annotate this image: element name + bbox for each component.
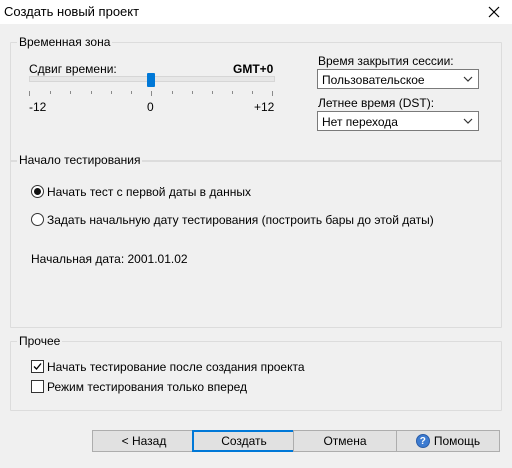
time-shift-value: GMT+0 xyxy=(233,62,274,76)
slider-tick xyxy=(192,91,193,94)
radio-first-date[interactable] xyxy=(31,185,44,198)
time-shift-slider-thumb[interactable] xyxy=(147,73,155,87)
checkbox-forward-only[interactable] xyxy=(31,380,44,393)
start-date-text: Начальная дата: 2001.01.02 xyxy=(31,252,188,266)
help-button[interactable]: ? Помощь xyxy=(396,430,500,452)
radio-set-date-label[interactable]: Задать начальную дату тестирования (пост… xyxy=(47,213,434,227)
slider-tick xyxy=(212,91,213,94)
title-bar: Создать новый проект xyxy=(0,0,512,24)
dst-label: Летнее время (DST): xyxy=(318,96,435,110)
slider-tick xyxy=(232,91,233,94)
slider-tick xyxy=(272,91,273,96)
other-group-title: Прочее xyxy=(17,334,63,348)
slider-tick xyxy=(111,91,112,94)
cancel-button-label: Отмена xyxy=(323,434,367,448)
radio-selected-dot xyxy=(34,188,41,195)
slider-tick xyxy=(131,91,132,94)
dialog-body: Временная зона Сдвиг времени: GMT+0 -12 … xyxy=(0,24,512,468)
forward-only-label[interactable]: Режим тестирования только вперед xyxy=(47,380,247,394)
chevron-down-icon xyxy=(463,118,473,124)
slider-tick xyxy=(172,91,173,94)
window-title: Создать новый проект xyxy=(4,4,140,19)
close-button[interactable] xyxy=(476,0,512,24)
help-button-label: Помощь xyxy=(433,434,481,448)
slider-mid-label: 0 xyxy=(147,100,154,114)
slider-min-label: -12 xyxy=(29,100,47,114)
dst-select[interactable]: Нет перехода xyxy=(317,111,479,131)
timezone-group: Временная зона Сдвиг времени: GMT+0 -12 … xyxy=(10,35,502,162)
slider-tick xyxy=(70,91,71,94)
testing-start-group-title: Начало тестирования xyxy=(17,153,143,167)
close-icon xyxy=(488,6,500,18)
radio-first-date-label[interactable]: Начать тест с первой даты в данных xyxy=(47,185,251,199)
slider-max-label: +12 xyxy=(254,100,275,114)
slider-tick xyxy=(151,91,152,96)
slider-tick xyxy=(50,91,51,94)
create-button[interactable]: Создать xyxy=(192,430,296,452)
back-button[interactable]: < Назад xyxy=(92,430,196,452)
session-close-value: Пользовательское xyxy=(322,73,425,87)
slider-tick xyxy=(91,91,92,94)
timezone-group-title: Временная зона xyxy=(17,35,113,49)
back-button-label: < Назад xyxy=(121,434,167,448)
slider-tick xyxy=(252,91,253,94)
check-icon xyxy=(33,363,42,370)
testing-start-group: Начало тестирования Начать тест с первой… xyxy=(10,153,502,328)
time-shift-label: Сдвиг времени: xyxy=(29,62,117,76)
slider-tick xyxy=(29,91,30,96)
radio-set-date[interactable] xyxy=(31,213,44,226)
chevron-down-icon xyxy=(463,76,473,82)
checkbox-start-after-create[interactable] xyxy=(31,360,44,373)
session-close-select[interactable]: Пользовательское xyxy=(317,69,479,89)
dst-value: Нет перехода xyxy=(322,115,398,129)
cancel-button[interactable]: Отмена xyxy=(293,430,397,452)
start-after-create-label[interactable]: Начать тестирование после создания проек… xyxy=(47,360,305,374)
other-group: Прочее Начать тестирование после создани… xyxy=(10,334,502,411)
help-icon: ? xyxy=(415,434,430,448)
create-button-label: Создать xyxy=(221,434,267,448)
session-close-label: Время закрытия сессии: xyxy=(318,54,454,68)
